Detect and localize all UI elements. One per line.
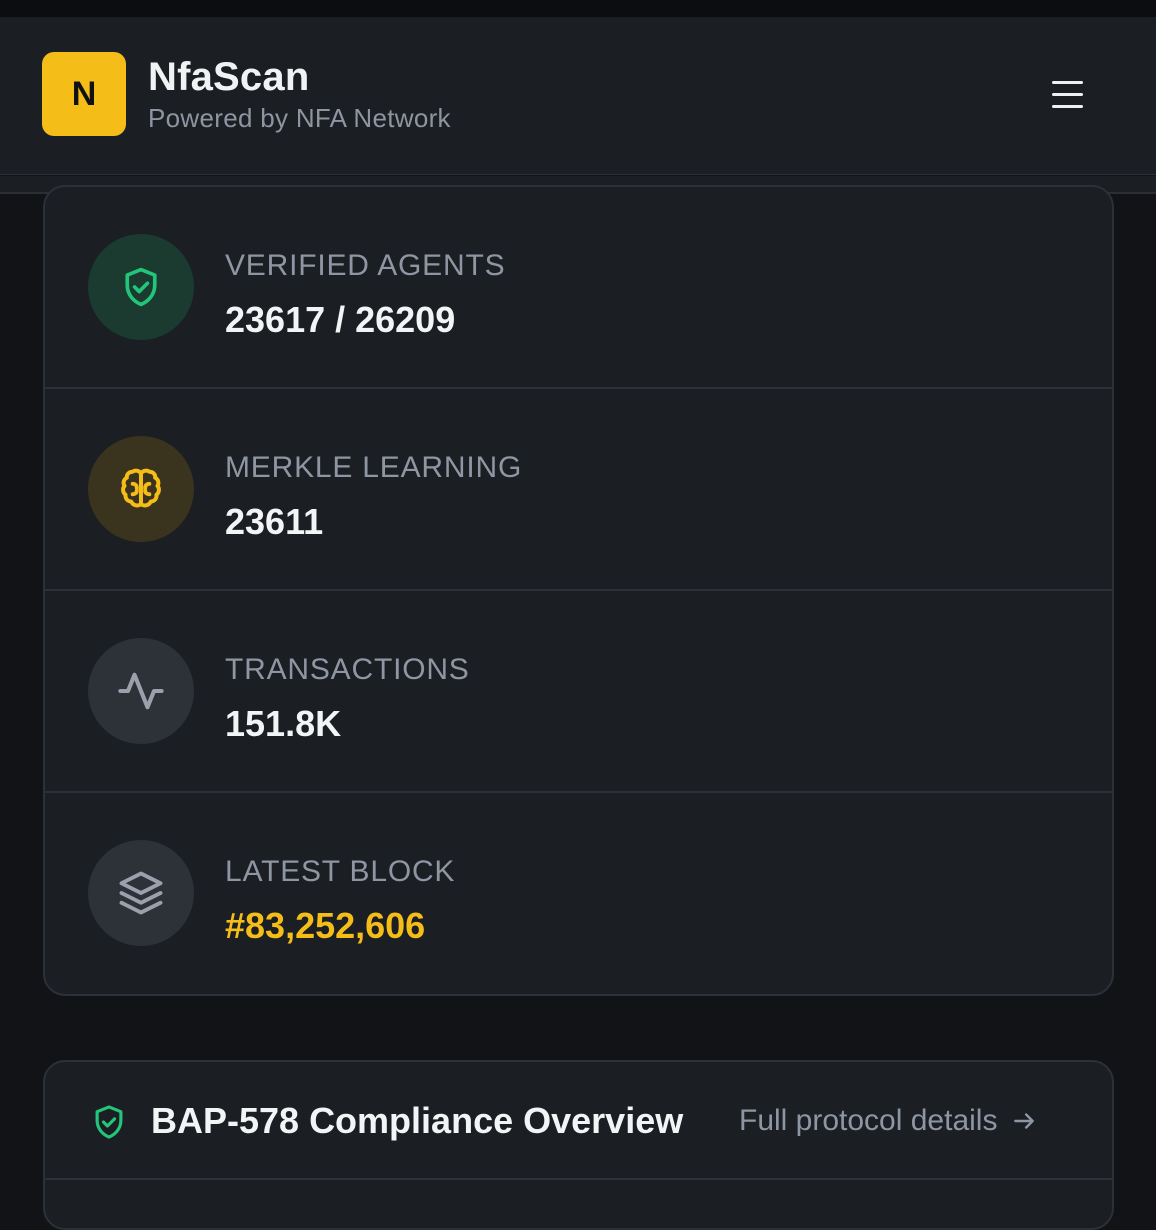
menu-line-icon xyxy=(1052,81,1083,84)
stat-label: MERKLE LEARNING xyxy=(225,451,523,484)
protocol-details-label: Full protocol details xyxy=(739,1104,998,1137)
protocol-details-link[interactable]: Full protocol details xyxy=(739,1104,1037,1138)
activity-icon xyxy=(88,638,194,744)
top-edge xyxy=(0,0,1156,17)
compliance-title: BAP-578 Compliance Overview xyxy=(151,1100,684,1141)
arrow-right-icon xyxy=(1014,1113,1035,1129)
menu-line-icon xyxy=(1052,93,1083,96)
stat-value: 23611 xyxy=(225,501,324,542)
stat-label: TRANSACTIONS xyxy=(225,653,470,686)
stat-transactions: TRANSACTIONS 151.8K xyxy=(45,591,1112,793)
stat-label: LATEST BLOCK xyxy=(225,855,456,888)
compliance-card: BAP-578 Compliance Overview Full protoco… xyxy=(43,1060,1114,1230)
stat-value: 151.8K xyxy=(225,703,342,744)
stat-latest-block: LATEST BLOCK #83,252,606 xyxy=(45,793,1112,994)
hamburger-menu-button[interactable] xyxy=(1040,75,1096,115)
stat-verified-agents: VERIFIED AGENTS 23617 / 26209 xyxy=(45,187,1112,389)
brand-tagline: Powered by NFA Network xyxy=(148,103,451,133)
stat-merkle-learning: MERKLE LEARNING 23611 xyxy=(45,389,1112,591)
stats-card: VERIFIED AGENTS 23617 / 26209 MERKLE LEA… xyxy=(43,185,1114,996)
compliance-header: BAP-578 Compliance Overview Full protoco… xyxy=(45,1062,1112,1180)
shield-check-icon xyxy=(90,1102,128,1147)
latest-block-link[interactable]: #83,252,606 xyxy=(225,905,425,947)
brain-icon xyxy=(88,436,194,542)
stat-label: VERIFIED AGENTS xyxy=(225,249,506,282)
menu-line-icon xyxy=(1052,105,1083,108)
logo[interactable]: N xyxy=(42,52,126,136)
shield-check-icon xyxy=(88,234,194,340)
layers-icon xyxy=(88,840,194,946)
app-header: N NfaScan Powered by NFA Network xyxy=(0,17,1156,175)
brand-name: NfaScan xyxy=(148,55,310,99)
stat-value: 23617 / 26209 xyxy=(225,299,456,340)
